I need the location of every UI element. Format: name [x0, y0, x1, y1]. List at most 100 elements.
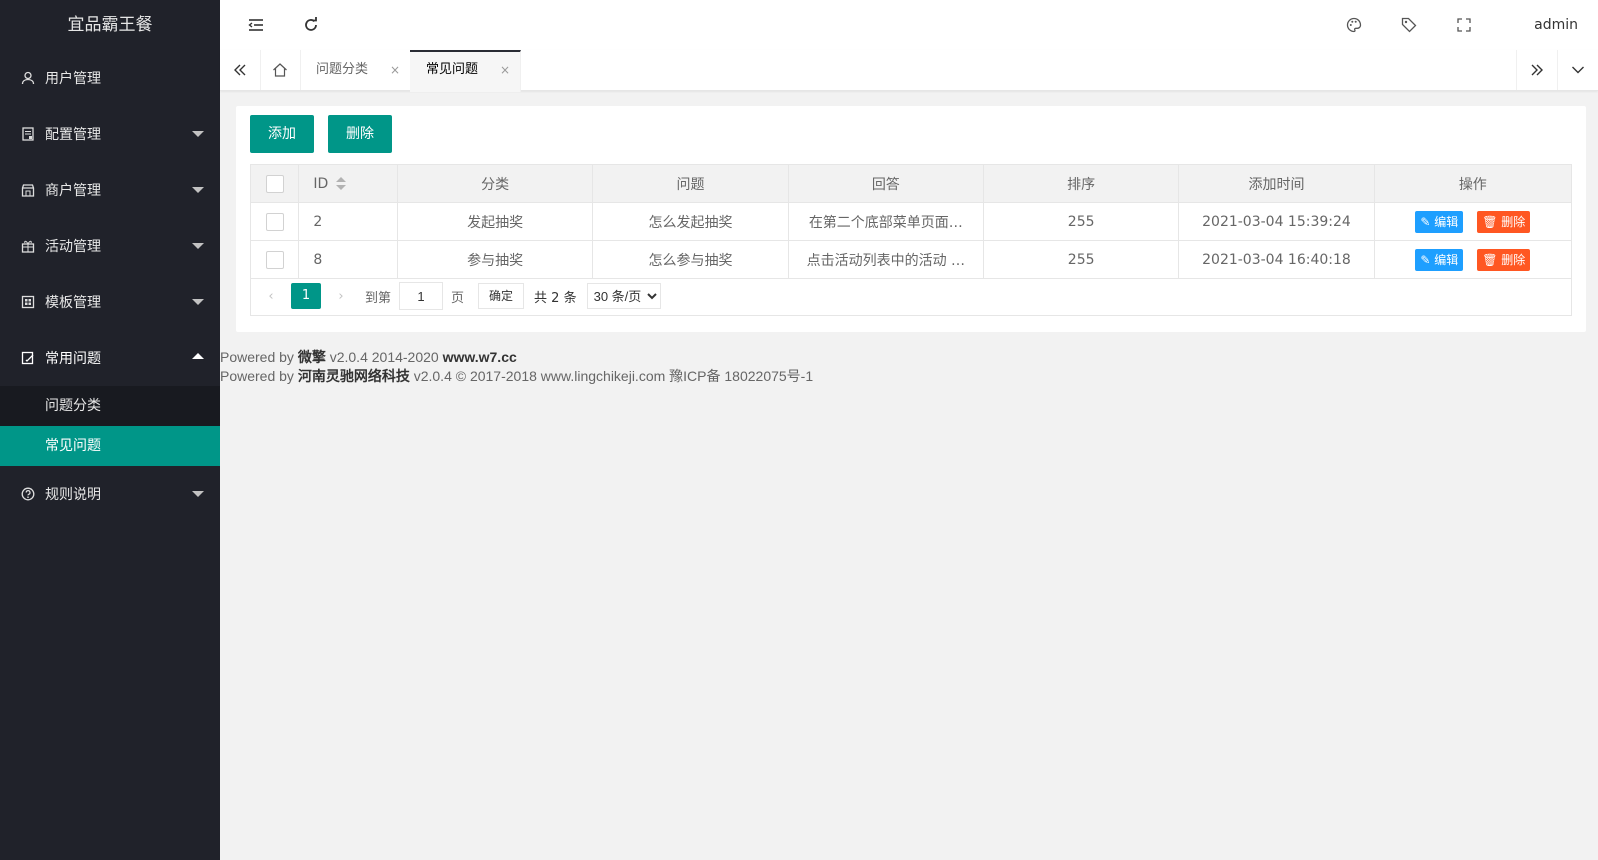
content-card: 添加 删除 ID 分类 问题 回答 排序 添加时间 操作 2 发起抽奖 怎么发起… [236, 106, 1586, 332]
sidebar-subitem-faq-list[interactable]: 常见问题 [0, 426, 220, 466]
tab-bar: 问题分类 × 常见问题 × [220, 50, 1598, 92]
sidebar-item-label: 配置管理 [45, 127, 101, 143]
delete-label: 删除 [1501, 214, 1526, 229]
sidebar-item-rules[interactable]: 规则说明 [0, 466, 220, 522]
cell-time: 2021-03-04 16:40:18 [1178, 240, 1375, 279]
palette-icon[interactable] [1344, 15, 1364, 35]
prev-page-icon[interactable]: ‹ [259, 289, 283, 304]
tag-icon[interactable] [1399, 15, 1419, 35]
total-count: 共 2 条 [534, 290, 577, 306]
config-icon [20, 126, 36, 142]
select-all-checkbox[interactable] [265, 174, 284, 193]
table-row: 8 参与抽奖 怎么参与抽奖 点击活动列表中的活动 … 255 2021-03-0… [249, 240, 1573, 279]
faq-table: ID 分类 问题 回答 排序 添加时间 操作 2 发起抽奖 怎么发起抽奖 在第二… [249, 164, 1573, 279]
tab-faq-list[interactable]: 常见问题 × [410, 50, 521, 92]
cell-id: 8 [298, 240, 398, 279]
footer-brand-link[interactable]: 微擎 [298, 349, 326, 365]
column-header-actions: 操作 [1373, 164, 1573, 203]
goto-confirm-button[interactable]: 确定 [478, 283, 525, 309]
menu-fold-icon[interactable] [246, 15, 266, 35]
sidebar-item-label: 商户管理 [45, 183, 101, 199]
footer-text: v2.0.4 © 2017-2018 www.lingchikeji.com 豫… [409, 368, 814, 384]
refresh-icon[interactable] [301, 15, 321, 35]
home-icon[interactable] [260, 50, 301, 90]
help-circle-icon [20, 486, 36, 502]
footer-text: Powered by [220, 368, 298, 384]
tab-scroll-right-icon[interactable] [1516, 50, 1558, 90]
chevron-down-icon [192, 187, 204, 193]
cell-question: 怎么发起抽奖 [592, 202, 789, 241]
tab-question-categories[interactable]: 问题分类 × [300, 50, 411, 90]
close-icon[interactable]: × [500, 52, 510, 88]
sidebar-item-merchants[interactable]: 商户管理 [0, 162, 220, 218]
page-size-select[interactable]: 30 条/页 [586, 283, 661, 309]
goto-label: 到第 [365, 290, 392, 306]
cell-time: 2021-03-04 15:39:24 [1178, 202, 1375, 241]
chevron-down-icon [192, 299, 204, 305]
user-menu[interactable]: admin [1534, 0, 1578, 50]
sidebar-item-templates[interactable]: 模板管理 [0, 274, 220, 330]
cell-answer: 点击活动列表中的活动 … [787, 240, 984, 279]
sort-icon[interactable] [336, 176, 347, 191]
sidebar-item-faq[interactable]: 常用问题 [0, 330, 220, 386]
goto-page-input[interactable] [399, 282, 444, 310]
close-icon[interactable]: × [390, 50, 400, 90]
page-unit-label: 页 [451, 290, 465, 306]
footer-line-2: Powered by 河南灵驰网络科技 v2.0.4 © 2017-2018 w… [220, 367, 813, 386]
cell-sort: 255 [982, 240, 1180, 279]
row-checkbox[interactable] [265, 250, 284, 269]
edit-button[interactable]: ✎ 编辑 [1415, 248, 1464, 271]
edit-button[interactable]: ✎ 编辑 [1415, 210, 1464, 233]
column-header-id[interactable]: ID [298, 164, 398, 203]
cell-answer: 在第二个底部菜单页面… [787, 202, 984, 241]
add-button[interactable]: 添加 [250, 115, 314, 153]
tab-scroll-left-icon[interactable] [220, 50, 261, 90]
user-icon [20, 70, 36, 86]
footer-text: Powered by [220, 349, 298, 365]
sidebar-item-label: 模板管理 [45, 295, 101, 311]
cell-id: 2 [298, 202, 398, 241]
chevron-down-icon [192, 131, 204, 137]
cell-category: 参与抽奖 [396, 240, 594, 279]
footer: Powered by 微擎 v2.0.4 2014-2020 www.w7.cc… [220, 348, 813, 386]
footer-line-1: Powered by 微擎 v2.0.4 2014-2020 www.w7.cc [220, 348, 813, 367]
chevron-down-icon[interactable] [1558, 50, 1598, 90]
cell-question: 怎么参与抽奖 [592, 240, 789, 279]
edit-label: 编辑 [1434, 214, 1459, 229]
delete-label: 删除 [1501, 252, 1526, 267]
tab-label: 常见问题 [426, 62, 479, 77]
store-icon [20, 182, 36, 198]
sidebar-item-config[interactable]: 配置管理 [0, 106, 220, 162]
column-header-sort: 排序 [982, 164, 1180, 203]
row-checkbox[interactable] [265, 212, 284, 231]
sidebar-subitem-question-categories[interactable]: 问题分类 [0, 386, 220, 426]
current-page-button[interactable]: 1 [291, 283, 321, 309]
batch-delete-button[interactable]: 删除 [328, 115, 392, 153]
template-icon [20, 294, 36, 310]
sidebar-item-label: 活动管理 [45, 239, 101, 255]
chevron-up-icon [192, 353, 204, 359]
sidebar-subnav: 问题分类 常见问题 [0, 386, 220, 466]
next-page-icon[interactable]: › [329, 289, 353, 304]
footer-text: v2.0.4 2014-2020 [325, 349, 443, 365]
sidebar-item-activities[interactable]: 活动管理 [0, 218, 220, 274]
table-header-row: ID 分类 问题 回答 排序 添加时间 操作 [249, 164, 1573, 203]
app-logo-title: 宜品霸王餐 [67, 15, 153, 35]
top-header: admin [220, 0, 1598, 51]
column-header-answer: 回答 [787, 164, 984, 203]
delete-button[interactable]: 🗑 删除 [1477, 248, 1531, 271]
table-row: 2 发起抽奖 怎么发起抽奖 在第二个底部菜单页面… 255 2021-03-04… [249, 202, 1573, 241]
sidebar-item-users[interactable]: 用户管理 [0, 50, 220, 106]
footer-site-link[interactable]: www.w7.cc [443, 349, 517, 365]
footer-company-link[interactable]: 河南灵驰网络科技 [298, 368, 410, 384]
tab-label: 问题分类 [316, 62, 369, 77]
cell-sort: 255 [982, 202, 1180, 241]
sidebar-item-label: 常用问题 [45, 351, 101, 367]
delete-button[interactable]: 🗑 删除 [1477, 210, 1531, 233]
cell-actions: ✎ 编辑 🗑 删除 [1373, 202, 1573, 241]
cell-actions: ✎ 编辑 🗑 删除 [1373, 240, 1573, 279]
sidebar: 宜品霸王餐 用户管理 配置管理 商户管理 活动管理 模板管理 常用问题 问题分类… [0, 0, 220, 860]
fullscreen-icon[interactable] [1454, 15, 1474, 35]
column-header-question: 问题 [592, 164, 789, 203]
gift-icon [20, 238, 36, 254]
